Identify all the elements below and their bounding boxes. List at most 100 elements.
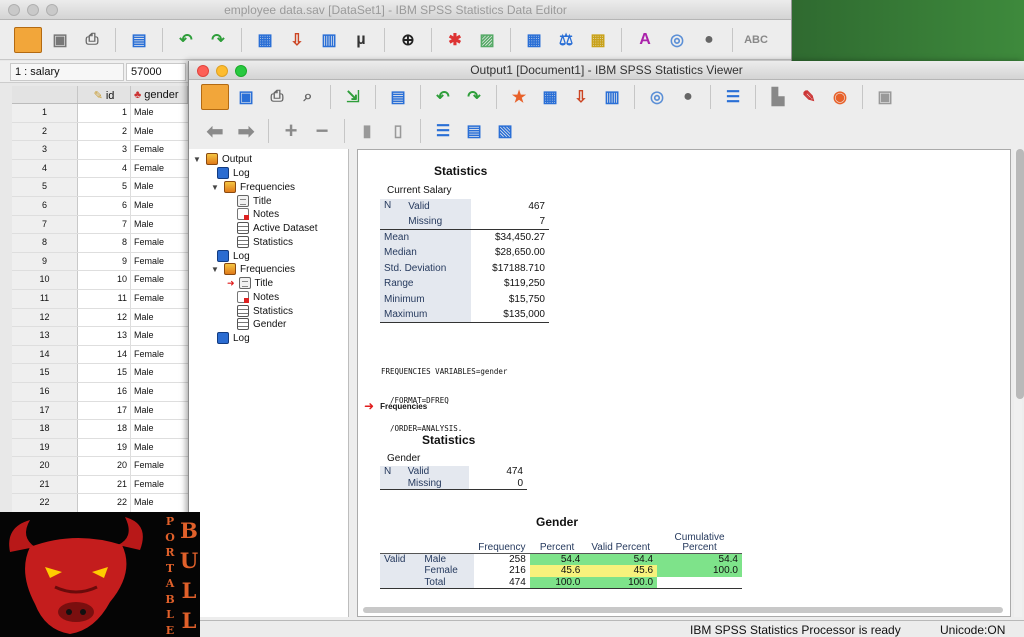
tree-node-log-2[interactable]: Log xyxy=(217,249,250,263)
cell-gender[interactable]: Male xyxy=(131,383,188,401)
horizontal-scrollbar[interactable] xyxy=(363,607,1003,613)
row-number[interactable]: 2 xyxy=(12,122,78,141)
redo-icon[interactable]: ↷ xyxy=(460,84,488,110)
cell-gender[interactable]: Female xyxy=(131,476,188,494)
table-row[interactable]: 17 17 Male xyxy=(12,401,188,421)
cell-id[interactable]: 14 xyxy=(78,345,131,364)
row-number[interactable]: 11 xyxy=(12,289,78,308)
weight-cases-icon[interactable]: ⚖ xyxy=(552,27,580,53)
row-number[interactable]: 18 xyxy=(12,420,78,438)
open-folder-icon[interactable] xyxy=(201,84,229,110)
print-icon[interactable]: ⎙ xyxy=(263,84,291,110)
tree-node-statistics-1[interactable]: Statistics xyxy=(237,235,293,249)
undo-icon[interactable]: ↶ xyxy=(429,84,457,110)
table-row[interactable]: 12 12 Male xyxy=(12,308,188,328)
table-row[interactable]: 8 8 Female xyxy=(12,234,188,253)
cell-id[interactable]: 2 xyxy=(78,122,131,141)
table-row[interactable]: 11 11 Female xyxy=(12,289,188,309)
cell-reference-field[interactable]: 1 : salary xyxy=(10,63,124,81)
table-row[interactable]: 5 5 Male xyxy=(12,178,188,197)
goto-case-icon[interactable]: ▦ xyxy=(251,27,279,53)
row-number[interactable]: 22 xyxy=(12,494,78,513)
cell-id[interactable]: 13 xyxy=(78,327,131,345)
cell-id[interactable]: 10 xyxy=(78,271,131,289)
use-sets-icon[interactable]: ◎ xyxy=(663,27,691,53)
expand-icon[interactable]: + xyxy=(277,118,305,144)
show-all-variables-icon[interactable]: ● xyxy=(674,84,702,110)
save-icon[interactable]: ▣ xyxy=(232,84,260,110)
save-icon[interactable]: ▣ xyxy=(46,27,74,53)
output-content-pane[interactable]: Statistics Current Salary N Valid 467 Miss… xyxy=(357,149,1011,617)
row-number[interactable]: 5 xyxy=(12,178,78,196)
cell-id[interactable]: 6 xyxy=(78,196,131,215)
cell-id[interactable]: 21 xyxy=(78,475,131,494)
tree-node-frequencies-2[interactable]: ▼ Frequencies xyxy=(211,262,295,276)
cell-id[interactable]: 20 xyxy=(78,457,131,475)
cell-id[interactable]: 19 xyxy=(78,438,131,457)
tree-node-frequencies-1[interactable]: ▼ Frequencies xyxy=(211,180,295,194)
tree-node-notes-2[interactable]: Notes xyxy=(237,290,279,304)
show-icon[interactable]: ▮ xyxy=(353,118,381,144)
cell-id[interactable]: 15 xyxy=(78,364,131,382)
tree-node-log-1[interactable]: Log xyxy=(217,166,250,180)
disclosure-triangle-icon[interactable]: ▼ xyxy=(193,155,202,164)
tree-node-title-2[interactable]: ➜ Title xyxy=(227,276,273,290)
cell-gender[interactable]: Female xyxy=(131,271,188,289)
table-row[interactable]: 20 20 Female xyxy=(12,457,188,476)
row-number[interactable]: 16 xyxy=(12,382,78,401)
row-number[interactable]: 12 xyxy=(12,308,78,327)
minimize-button[interactable] xyxy=(27,4,39,16)
print-icon[interactable]: ⎙ xyxy=(78,27,106,53)
show-all-variables-icon[interactable]: ● xyxy=(695,27,723,53)
cell-id[interactable]: 7 xyxy=(78,215,131,234)
forward-arrow-icon[interactable]: ➡ xyxy=(232,118,260,144)
table-row[interactable]: 10 10 Female xyxy=(12,271,188,290)
goto-data-icon[interactable]: ▦ xyxy=(536,84,564,110)
create-text-icon[interactable]: ◉ xyxy=(826,84,854,110)
cell-id[interactable]: 3 xyxy=(78,141,131,159)
cell-gender[interactable]: Male xyxy=(131,420,188,438)
cell-gender[interactable]: Female xyxy=(131,234,188,252)
cell-value-field[interactable]: 57000 xyxy=(126,63,186,81)
table-row[interactable]: 6 6 Male xyxy=(12,196,188,216)
cell-gender[interactable]: Male xyxy=(131,439,188,457)
row-number[interactable]: 20 xyxy=(12,457,78,475)
cell-id[interactable]: 17 xyxy=(78,401,131,420)
cell-gender[interactable]: Male xyxy=(131,123,188,141)
select-cases-icon[interactable]: ▦ xyxy=(584,27,612,53)
gender-statistics-table[interactable]: N Valid 474 Missing 0 xyxy=(380,466,527,490)
cell-id[interactable]: 16 xyxy=(78,382,131,401)
variables-icon[interactable]: ▥ xyxy=(315,27,343,53)
row-number[interactable]: 7 xyxy=(12,215,78,234)
table-row[interactable]: 9 9 Female xyxy=(12,252,188,272)
recall-dialog-icon[interactable]: ▤ xyxy=(125,27,153,53)
find-binoculars-icon[interactable]: ⊕ xyxy=(394,27,422,53)
cell-gender[interactable]: Male xyxy=(131,216,188,234)
tree-node-title-1[interactable]: Title xyxy=(237,194,272,208)
spell-check-icon[interactable]: ABC xyxy=(742,27,770,53)
row-number[interactable]: 8 xyxy=(12,234,78,252)
cell-id[interactable]: 18 xyxy=(78,420,131,438)
promote-icon[interactable]: ▙ xyxy=(764,84,792,110)
print-preview-icon[interactable]: ⌕ xyxy=(294,84,322,110)
disclosure-triangle-icon[interactable]: ▼ xyxy=(211,183,220,192)
cell-gender[interactable]: Male xyxy=(131,197,188,215)
column-header-id[interactable]: ✎ id xyxy=(78,86,131,103)
row-number[interactable]: 9 xyxy=(12,252,78,271)
cell-gender[interactable]: Female xyxy=(131,457,188,475)
cell-id[interactable]: 8 xyxy=(78,234,131,252)
disclosure-triangle-icon[interactable]: ▼ xyxy=(211,265,220,274)
cell-gender[interactable]: Male xyxy=(131,178,188,196)
select-last-output-icon[interactable]: ☰ xyxy=(719,84,747,110)
row-number[interactable]: 6 xyxy=(12,196,78,215)
goto-case-icon[interactable]: ⇩ xyxy=(567,84,595,110)
column-header-gender[interactable]: ♣ gender xyxy=(131,86,188,103)
cell-gender[interactable]: Male xyxy=(131,364,188,382)
export-icon[interactable]: ⇲ xyxy=(339,84,367,110)
insert-variable-icon[interactable]: ▨ xyxy=(473,27,501,53)
redo-icon[interactable]: ↷ xyxy=(204,27,232,53)
table-row[interactable]: 2 2 Male xyxy=(12,122,188,142)
cell-gender[interactable]: Male xyxy=(131,327,188,345)
table-row[interactable]: 7 7 Male xyxy=(12,215,188,235)
cell-id[interactable]: 9 xyxy=(78,252,131,271)
